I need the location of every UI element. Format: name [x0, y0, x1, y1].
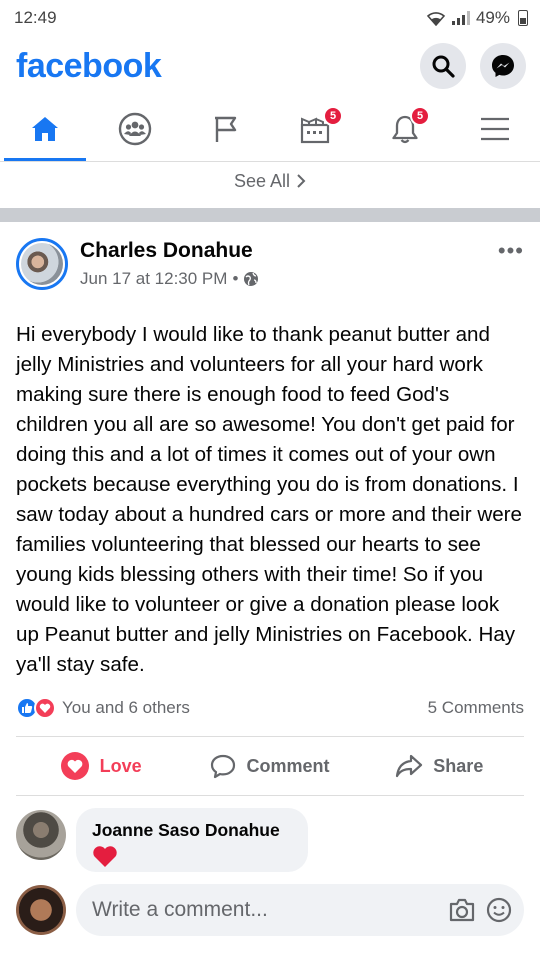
app-header: facebook — [0, 36, 540, 96]
comment-button[interactable]: Comment — [185, 737, 354, 795]
notifications-badge: 5 — [410, 106, 430, 126]
comment-author[interactable]: Joanne Saso Donahue — [92, 820, 292, 841]
post-meta: Jun 17 at 12:30 PM • — [80, 269, 259, 289]
current-user-avatar — [16, 885, 66, 935]
share-button[interactable]: Share — [355, 737, 524, 795]
meta-separator: • — [232, 269, 239, 288]
search-button[interactable] — [420, 43, 466, 89]
post-header: Charles Donahue Jun 17 at 12:30 PM • ••• — [16, 222, 524, 290]
post-author[interactable]: Charles Donahue — [80, 239, 259, 263]
author-avatar[interactable] — [16, 238, 68, 290]
see-all-label: See All — [233, 170, 291, 191]
messenger-button[interactable] — [480, 43, 526, 89]
comment-input-container[interactable] — [76, 884, 524, 936]
tab-bar: 5 5 — [0, 96, 540, 162]
reactions-text: You and 6 others — [62, 698, 190, 717]
post-timestamp[interactable]: Jun 17 at 12:30 PM — [80, 269, 227, 289]
chevron-right-icon — [297, 174, 306, 188]
comment-composer — [16, 884, 524, 936]
facebook-logo[interactable]: facebook — [16, 47, 162, 86]
battery-percent: 49% — [475, 8, 510, 27]
battery-icon — [518, 10, 528, 26]
tab-groups[interactable] — [90, 96, 180, 161]
comment-bubble[interactable]: Joanne Saso Donahue — [76, 808, 308, 872]
reactions-summary[interactable]: You and 6 others 5 Comments — [16, 694, 524, 722]
post-body: Hi everybody I would like to thank peanu… — [16, 323, 522, 676]
comment-item: Joanne Saso Donahue — [16, 808, 524, 872]
status-bar: 12:49 49% — [0, 0, 540, 36]
menu-icon — [481, 117, 509, 140]
post-options-icon[interactable]: ••• — [498, 238, 524, 264]
share-label: Share — [433, 755, 484, 776]
comments-count[interactable]: 5 Comments — [428, 698, 524, 718]
tab-menu[interactable] — [450, 96, 540, 161]
messenger-icon — [492, 55, 514, 77]
love-label: Love — [99, 755, 142, 776]
post-card: Charles Donahue Jun 17 at 12:30 PM • •••… — [0, 222, 540, 936]
reaction-icons — [16, 697, 56, 719]
search-icon — [432, 55, 455, 78]
love-icon — [60, 752, 89, 780]
marketplace-badge: 5 — [323, 106, 343, 126]
home-icon — [32, 116, 58, 141]
status-indicators: 49% — [426, 8, 528, 28]
globe-icon — [244, 272, 259, 286]
wifi-icon — [426, 12, 446, 26]
groups-icon — [118, 112, 152, 145]
comment-input[interactable] — [92, 898, 448, 922]
signal-icon — [451, 11, 470, 25]
heart-icon — [93, 846, 117, 867]
status-time: 12:49 — [14, 8, 57, 27]
camera-icon[interactable] — [448, 897, 476, 923]
flag-icon — [215, 116, 237, 142]
tab-notifications[interactable]: 5 — [360, 96, 450, 161]
emoji-icon[interactable] — [486, 897, 512, 923]
share-icon — [396, 754, 423, 778]
tab-pages[interactable] — [180, 96, 270, 161]
love-reaction-icon — [34, 697, 56, 719]
love-button[interactable]: Love — [16, 737, 185, 795]
section-divider — [0, 208, 540, 222]
comment-icon — [211, 754, 236, 779]
commenter-avatar[interactable] — [16, 810, 66, 860]
comment-label: Comment — [246, 755, 330, 776]
tab-marketplace[interactable]: 5 — [270, 96, 360, 161]
tab-home[interactable] — [0, 96, 90, 161]
post-actions: Love Comment Share — [16, 736, 524, 796]
see-all-link[interactable]: See All — [0, 162, 540, 200]
